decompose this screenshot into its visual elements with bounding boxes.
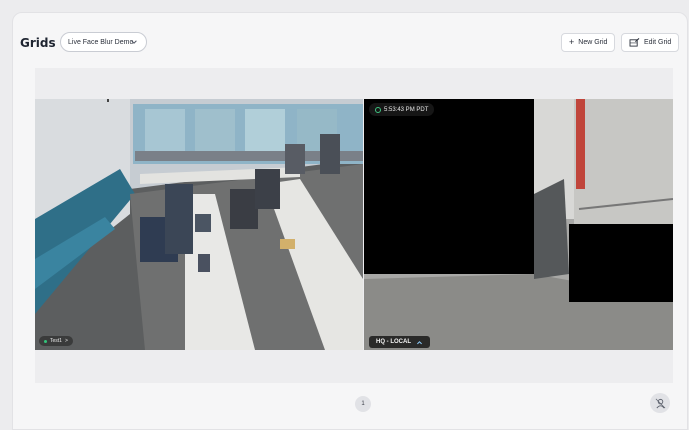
- selected-grid-label: Live Face Blur Demo: [68, 38, 134, 46]
- face-blur-icon: [655, 398, 665, 408]
- camera-label-hq-local[interactable]: HQ - LOCAL: [369, 336, 430, 348]
- edit-grid-button[interactable]: Edit Grid: [621, 33, 680, 52]
- edit-grid-label: Edit Grid: [644, 39, 672, 46]
- camera-feed-stairwell: [364, 99, 673, 350]
- face-blur-button[interactable]: [650, 393, 670, 413]
- clock-icon: [375, 106, 381, 113]
- live-status-dot: [44, 339, 47, 343]
- camera-feed-office: [35, 99, 363, 350]
- plus-icon: +: [569, 37, 575, 47]
- camera-tile-hq-local[interactable]: 5:53:43 PM PDT HQ - LOCAL: [364, 99, 673, 350]
- page-title: Grids: [20, 36, 56, 50]
- chevron-up-icon: [417, 340, 422, 344]
- grids-panel: Grids Live Face Blur Demo + New Grid Edi…: [12, 12, 688, 430]
- new-grid-label: New Grid: [578, 39, 608, 46]
- grids-header: Grids Live Face Blur Demo + New Grid Edi…: [13, 13, 687, 65]
- camera-grid: Test1 > 5:53:43 PM PDT HQ - LOCAL: [35, 68, 673, 383]
- chevron-right-icon: >: [64, 338, 68, 344]
- camera-label-test1[interactable]: Test1 >: [39, 336, 73, 346]
- timestamp-text: 5:53:43 PM PDT: [384, 106, 429, 113]
- grid-selector-dropdown[interactable]: Live Face Blur Demo: [60, 32, 147, 52]
- chevron-down-icon: [131, 40, 137, 44]
- camera-tile-test1[interactable]: Test1 >: [35, 99, 363, 350]
- timestamp-badge: 5:53:43 PM PDT: [369, 103, 435, 116]
- camera-name: Test1: [50, 338, 62, 344]
- edit-grid-icon: [629, 38, 640, 47]
- camera-name: HQ - LOCAL: [376, 339, 411, 345]
- new-grid-button[interactable]: + New Grid: [561, 33, 616, 52]
- pagination-page-1[interactable]: 1: [355, 396, 371, 412]
